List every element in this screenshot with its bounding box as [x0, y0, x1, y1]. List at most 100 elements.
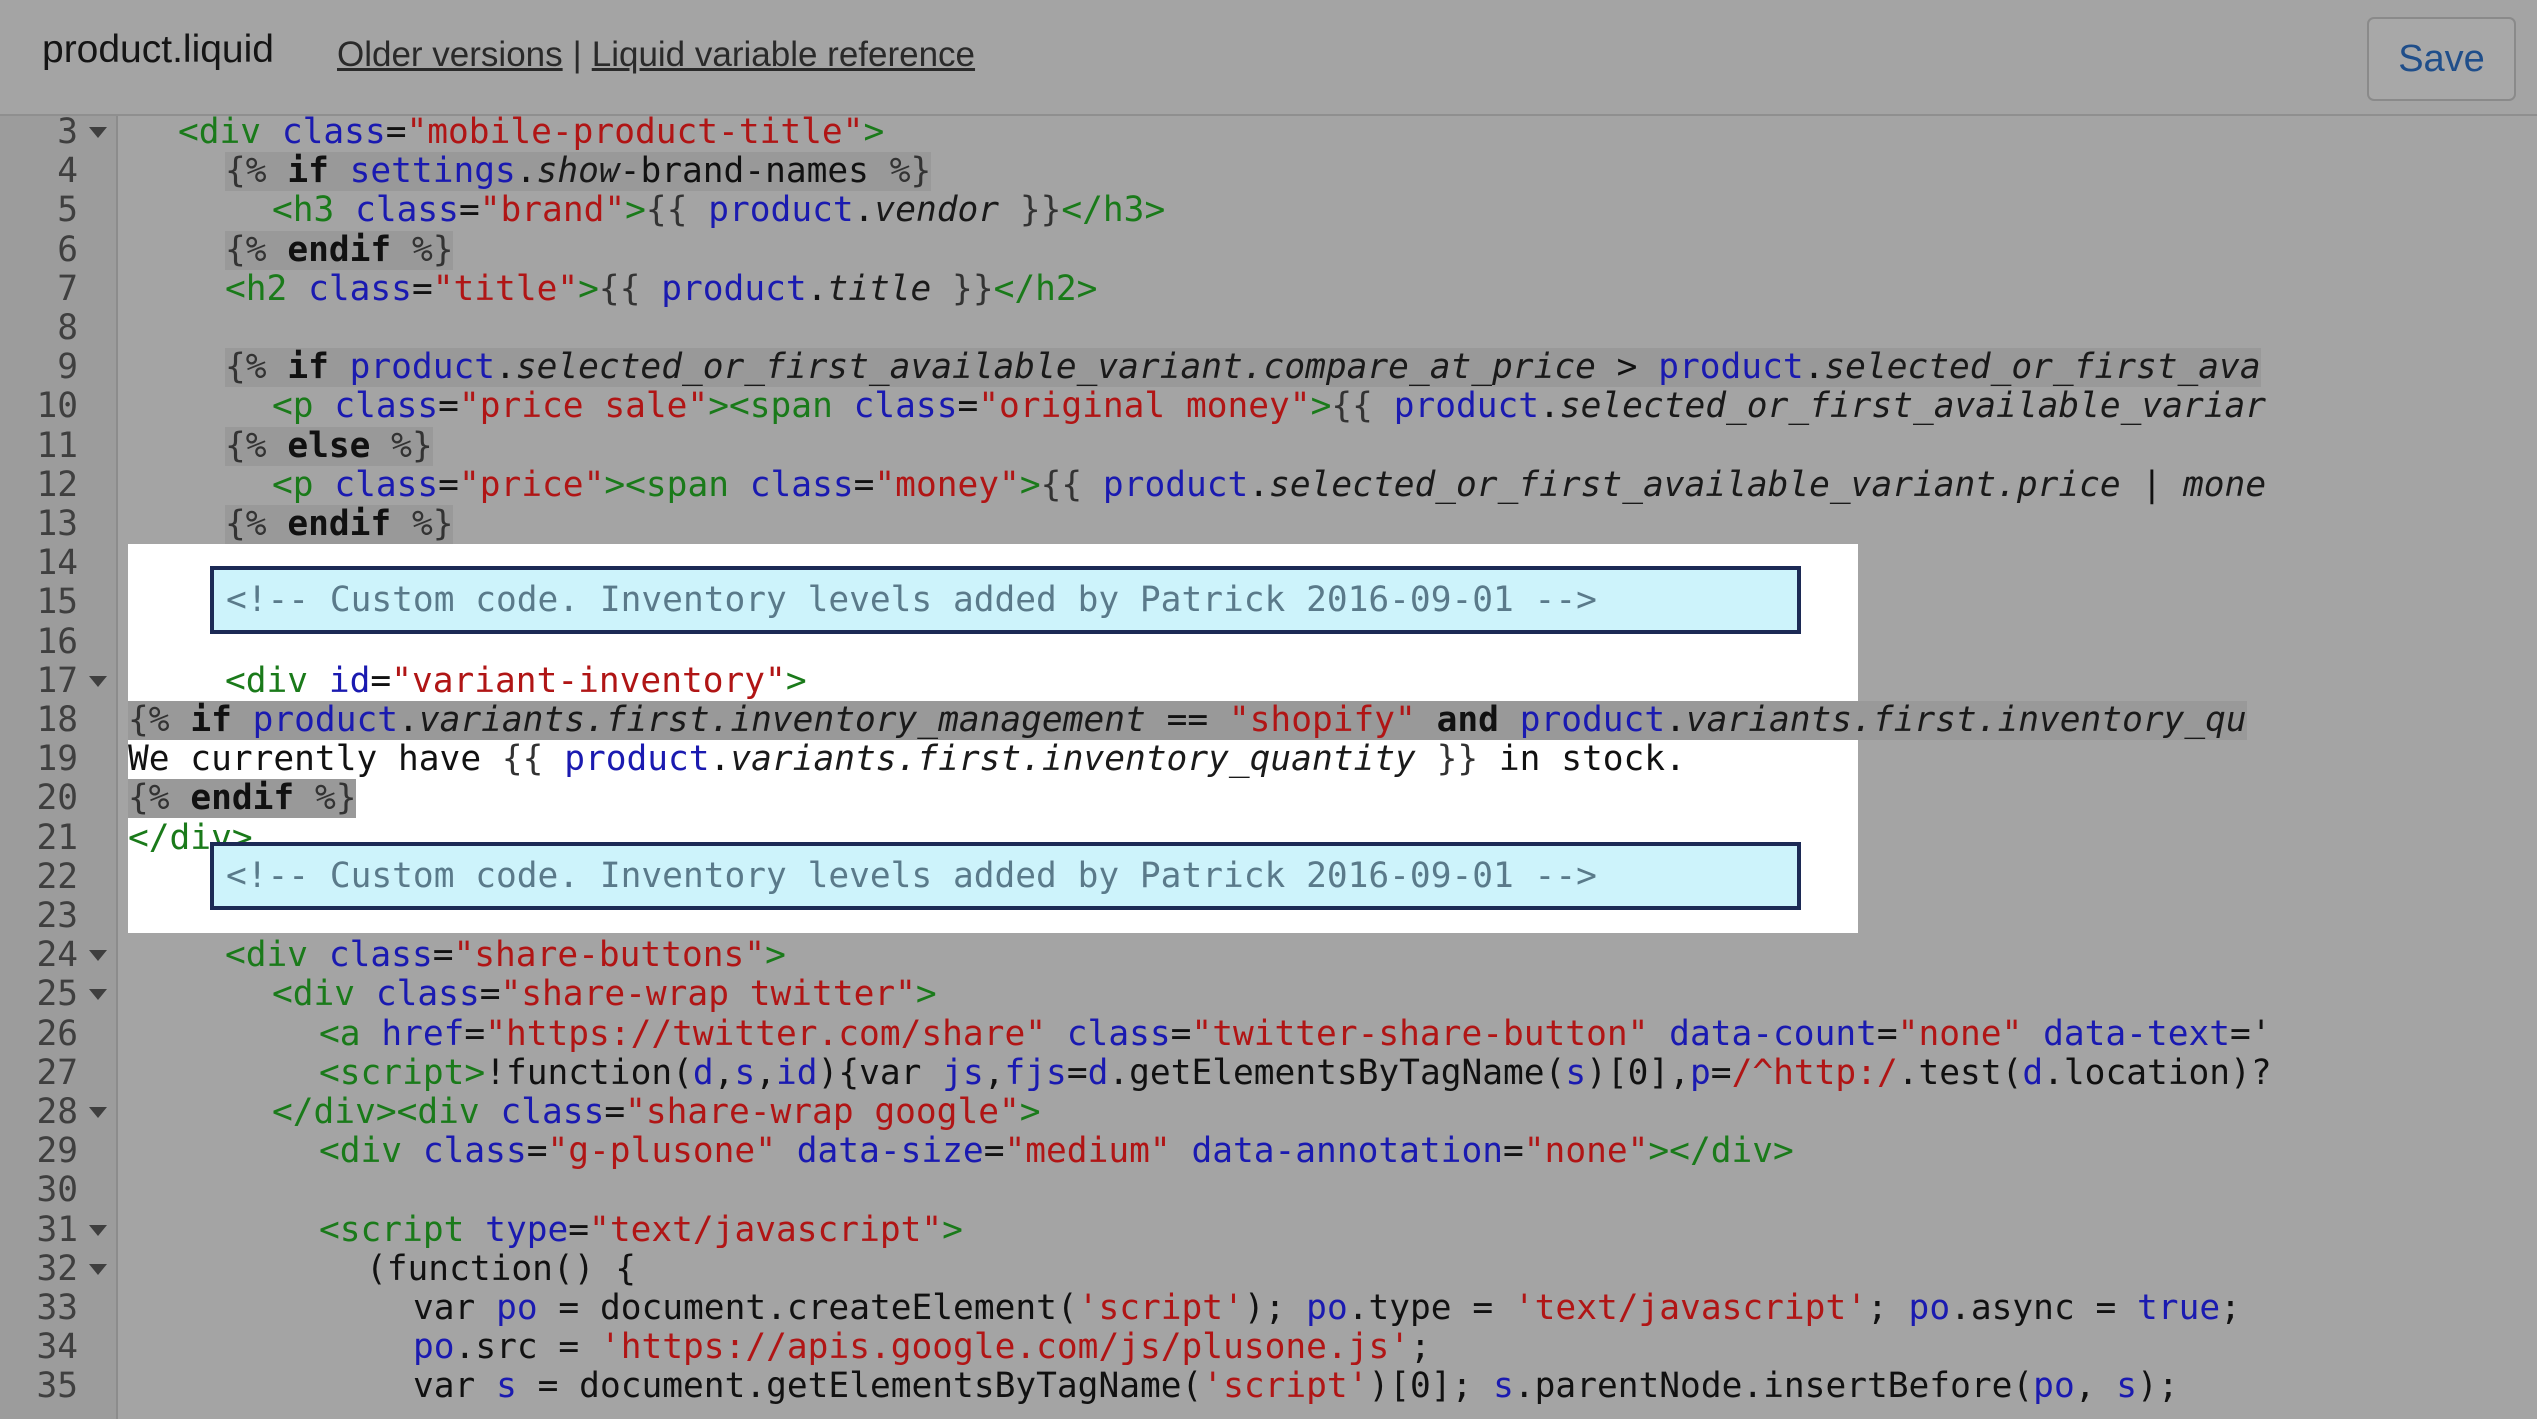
liquid-variable-reference-link[interactable]: Liquid variable reference [592, 35, 975, 74]
editor-header: product.liquid Older versions | Liquid var… [0, 0, 2537, 116]
code-token: product [661, 268, 807, 309]
code-token: . [709, 739, 731, 780]
fold-toggle-icon[interactable] [89, 1224, 107, 1236]
code-token: {% [225, 151, 288, 192]
code-line[interactable]: 27 <script>!function(d,s,id){var js,fjs=d… [0, 1052, 2537, 1093]
code-token: > [863, 116, 885, 152]
code-line[interactable]: 28 </div><div class="share-wrap google"> [0, 1093, 2537, 1132]
save-button[interactable]: Save [2367, 17, 2516, 101]
code-token: product [252, 700, 399, 740]
older-versions-link[interactable]: Older versions [337, 35, 563, 74]
code-token: > [1310, 386, 1332, 427]
code-token: {{ [598, 268, 662, 309]
code-token: "title" [432, 268, 579, 309]
code-token: 'script' [1202, 1366, 1369, 1407]
code-token: in stock. [1478, 739, 1686, 780]
code-token: href [381, 1013, 465, 1054]
code-line[interactable]: 35 var s = document.getElementsByTagName(… [0, 1367, 2537, 1406]
code-line[interactable]: 19 We currently have {{ product.variants.… [0, 740, 2537, 779]
fold-toggle-icon[interactable] [89, 950, 107, 962]
code-line[interactable]: 20 {% endif %} [0, 778, 2537, 819]
code-text: <div class="share-wrap twitter"> [272, 975, 937, 1014]
code-line[interactable]: 18 {% if product.variants.first.inventory… [0, 701, 2537, 740]
code-token: "medium" [1004, 1131, 1171, 1172]
code-line[interactable]: 4 {% if settings.show-brand-names %} [0, 151, 2537, 192]
code-line[interactable]: 11 {% else %} [0, 426, 2537, 466]
code-token: = [432, 935, 454, 976]
code-line[interactable]: 7 <h2 class="title">{{ product.title }}</… [0, 268, 2537, 309]
code-token: "text/javascript" [589, 1209, 943, 1250]
code-token: endif [287, 504, 412, 544]
code-token: "share-wrap twitter" [500, 974, 916, 1015]
code-token: .src = [454, 1327, 600, 1368]
code-line[interactable]: 9 {% if product.selected_or_first_availab… [0, 347, 2537, 388]
code-line[interactable]: 10 <p class="price sale"><span class="ori… [0, 387, 2537, 426]
code-line[interactable]: 5 <h3 class="brand">{{ product.vendor }}<… [0, 191, 2537, 230]
code-text: var s = document.getElementsByTagName('s… [413, 1367, 2179, 1406]
code-token: "price" [458, 464, 605, 505]
code-token: 'script' [1077, 1288, 1244, 1328]
line-number: 16 [36, 621, 78, 662]
code-line[interactable]: 8 [0, 309, 2537, 348]
code-token: <h2 [225, 268, 309, 309]
code-token: id [328, 660, 371, 701]
code-token: settings [349, 151, 516, 192]
fold-toggle-icon[interactable] [89, 989, 107, 1001]
code-line[interactable]: 12 <p class="price"><span class="money">{… [0, 464, 2537, 505]
code-line[interactable]: 31 <script type="text/javascript"> [0, 1209, 2537, 1250]
code-line[interactable]: 13 {% endif %} [0, 505, 2537, 544]
code-token: {% [225, 504, 288, 544]
fold-toggle-icon[interactable] [89, 127, 107, 138]
fold-toggle-icon[interactable] [89, 1263, 107, 1275]
code-token: )[0], [1586, 1052, 1690, 1093]
code-token: <script [319, 1209, 486, 1250]
code-token: = [479, 974, 501, 1015]
code-token: po [496, 1288, 538, 1328]
code-text: </div><div class="share-wrap google"> [272, 1093, 1041, 1132]
fold-toggle-icon[interactable] [89, 675, 107, 687]
code-token: p [1690, 1052, 1711, 1093]
code-token: > [1019, 464, 1041, 505]
code-token: "shopify" [1228, 700, 1416, 740]
code-token: , [755, 1052, 777, 1093]
code-line[interactable]: 30 [0, 1171, 2537, 1210]
line-number: 34 [36, 1327, 78, 1368]
code-token: po [413, 1327, 455, 1368]
code-line[interactable]: 25 <div class="share-wrap twitter"> [0, 975, 2537, 1014]
code-token: !function( [485, 1052, 693, 1093]
code-token: var [413, 1366, 497, 1407]
code-token: class [308, 268, 412, 309]
code-token: %} [411, 229, 454, 270]
code-text: (function() { [366, 1249, 636, 1289]
code-token: product [1519, 700, 1666, 740]
code-token: .parentNode.insertBefore( [1513, 1366, 2034, 1407]
code-token: </div><div [272, 1092, 501, 1132]
code-line[interactable]: 32 (function() { [0, 1249, 2537, 1289]
code-line[interactable]: 26 <a href="https://twitter.com/share" cl… [0, 1013, 2537, 1054]
code-line[interactable]: 33 var po = document.createElement('scrip… [0, 1289, 2537, 1328]
code-token: ; [1867, 1288, 1909, 1328]
code-text: {% endif %} [225, 229, 454, 270]
code-line[interactable]: 24 <div class="share-buttons"> [0, 936, 2537, 975]
fold-toggle-icon[interactable] [89, 1107, 107, 1118]
line-number: 9 [57, 347, 78, 388]
code-line[interactable]: 6 {% endif %} [0, 229, 2537, 270]
code-line[interactable]: 29 <div class="g-plusone" data-size="medi… [0, 1132, 2537, 1171]
code-token: selected_or_first_available_variant.comp… [515, 347, 1596, 388]
code-text: We currently have {{ product.variants.fi… [128, 740, 1686, 779]
file-title: product.liquid [42, 28, 274, 71]
code-text: <a href="https://twitter.com/share" clas… [319, 1013, 2272, 1054]
code-token: vendor [874, 190, 1000, 231]
code-token: . [1803, 347, 1825, 388]
code-token: = [568, 1209, 590, 1250]
code-line[interactable]: 34 po.src = 'https://apis.google.com/js/p… [0, 1328, 2537, 1367]
custom-code-comment-end: <!-- Custom code. Inventory levels added… [210, 842, 1801, 910]
code-token: "none" [1897, 1013, 2023, 1054]
code-editor[interactable]: 3 <div class="mobile-product-title"> 4 {% i… [0, 116, 2537, 1419]
code-line[interactable]: 3 <div class="mobile-product-title"> [0, 116, 2537, 152]
line-number: 20 [36, 778, 78, 819]
code-token: if [287, 347, 350, 388]
code-token: > [1019, 1092, 1041, 1132]
code-line[interactable]: 17 <div id="variant-inventory"> [0, 660, 2537, 701]
code-token: . [398, 700, 419, 740]
